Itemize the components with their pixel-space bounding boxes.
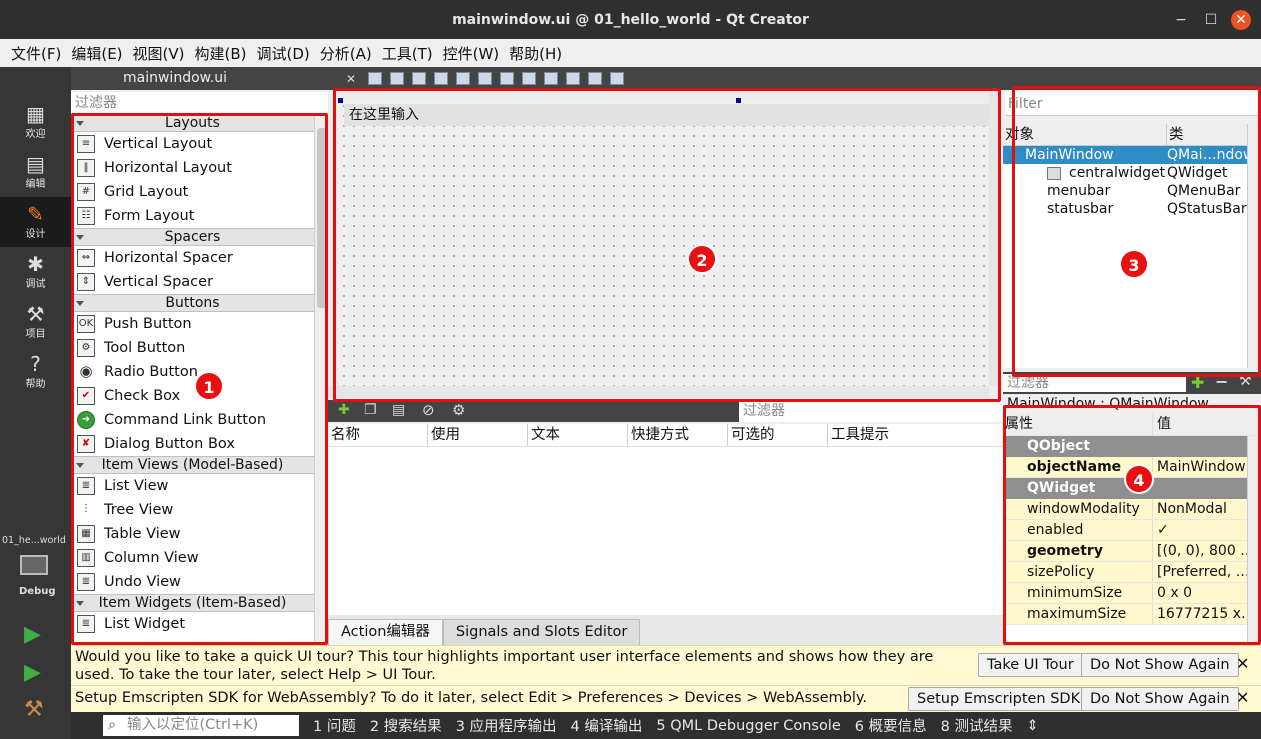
menu-file[interactable]: 文件(F) xyxy=(11,43,61,64)
tb-adjustsize-icon[interactable] xyxy=(610,72,625,85)
tb-edit-taborder-icon[interactable] xyxy=(434,72,449,85)
pencil-icon: ✎ xyxy=(27,202,44,226)
annotation-badge: 2 xyxy=(687,244,717,274)
column-header[interactable]: 可选的 xyxy=(728,424,828,446)
menu-debug[interactable]: 调试(D) xyxy=(257,43,310,64)
tb-edit-widgets-icon[interactable] xyxy=(368,72,383,85)
mode-projects[interactable]: ⚒ 项目 xyxy=(0,297,71,347)
mode-design[interactable]: ✎ 设计 xyxy=(0,197,71,247)
tb-breaklayout-icon[interactable] xyxy=(588,72,603,85)
mode-debug[interactable]: ✱ 调试 xyxy=(0,247,71,297)
menu-bar: 文件(F) 编辑(E) 视图(V) 构建(B) 调试(D) 分析(A) 工具(T… xyxy=(0,39,1261,67)
do-not-show-again-button[interactable]: Do Not Show Again xyxy=(1081,653,1239,677)
document-tab-label: mainwindow.ui xyxy=(123,70,228,86)
annotation-box-3 xyxy=(1012,86,1261,377)
run-icon[interactable]: ▶ xyxy=(24,622,41,647)
annotation-box-4 xyxy=(1003,405,1261,645)
paste-icon[interactable]: ▤ xyxy=(392,402,405,418)
column-header[interactable]: 文本 xyxy=(528,424,628,446)
ui-tour-text: Would you like to take a quick UI tour? … xyxy=(75,649,934,683)
column-header[interactable]: 工具提示 xyxy=(828,424,1003,446)
window-controls: − ☐ ✕ xyxy=(1171,10,1251,30)
action-table-header: 名称 使用 文本 快捷方式 可选的 工具提示 xyxy=(328,424,1003,447)
output-pane-search[interactable]: 2 搜索结果 xyxy=(370,715,442,736)
emscripten-text: Setup Emscripten SDK for WebAssembly? To… xyxy=(75,690,867,706)
output-pane-issues[interactable]: 1 问题 xyxy=(313,715,356,736)
tb-edit-buddies-icon[interactable] xyxy=(412,72,427,85)
chevron-updown-icon[interactable]: ⇕ xyxy=(1026,718,1038,734)
menu-analyze[interactable]: 分析(A) xyxy=(320,43,372,64)
column-header[interactable]: 使用 xyxy=(428,424,528,446)
search-icon: ⌕ xyxy=(108,717,117,733)
close-doc-icon[interactable]: ✕ xyxy=(346,72,356,86)
setup-emscripten-button[interactable]: Setup Emscripten SDK xyxy=(908,687,1090,711)
tab-action-editor[interactable]: Action编辑器 xyxy=(328,619,443,645)
menu-build[interactable]: 构建(B) xyxy=(195,43,247,64)
build-config: Debug xyxy=(19,586,56,597)
delete-icon[interactable]: ⊘ xyxy=(422,401,435,419)
title-bar: mainwindow.ui @ 01_hello_world - Qt Crea… xyxy=(0,0,1261,39)
action-filter-input[interactable]: 过滤器 xyxy=(739,400,1003,422)
mode-help[interactable]: ? 帮助 xyxy=(0,347,71,397)
output-pane-app-output[interactable]: 3 应用程序输出 xyxy=(456,715,557,736)
close-icon[interactable]: ✕ xyxy=(1236,688,1249,707)
editor-tabs: Action编辑器 Signals and Slots Editor xyxy=(328,615,1003,645)
tb-edit-signals-icon[interactable] xyxy=(390,72,405,85)
annotation-badge: 3 xyxy=(1119,249,1149,279)
document-tab[interactable]: mainwindow.ui xyxy=(71,67,328,90)
ui-tour-infobar: Would you like to take a quick UI tour? … xyxy=(71,645,1261,685)
column-header[interactable]: 快捷方式 xyxy=(628,424,728,446)
close-icon[interactable]: ✕ xyxy=(1236,654,1249,673)
grid-icon: ▦ xyxy=(26,102,45,126)
output-pane-compile[interactable]: 4 编译输出 xyxy=(571,715,643,736)
output-pane-general[interactable]: 6 概要信息 xyxy=(855,715,927,736)
bug-icon: ✱ xyxy=(27,252,44,276)
copy-icon[interactable]: ❐ xyxy=(364,402,377,418)
settings-icon[interactable]: ⚙ xyxy=(452,401,465,419)
tb-vsplit-icon[interactable] xyxy=(522,72,537,85)
tb-hsplit-icon[interactable] xyxy=(500,72,515,85)
output-pane-qml-debugger[interactable]: 5 QML Debugger Console xyxy=(656,718,840,734)
form-toolbar: ✕ xyxy=(328,67,1003,90)
mode-welcome[interactable]: ▦ 欢迎 xyxy=(0,97,71,147)
menu-help[interactable]: 帮助(H) xyxy=(509,43,562,64)
minimize-button[interactable]: − xyxy=(1171,10,1191,30)
menu-view[interactable]: 视图(V) xyxy=(133,43,185,64)
action-table-body[interactable] xyxy=(328,447,1003,615)
menu-widgets[interactable]: 控件(W) xyxy=(443,43,500,64)
window-title: mainwindow.ui @ 01_hello_world - Qt Crea… xyxy=(452,11,809,28)
take-ui-tour-button[interactable]: Take UI Tour xyxy=(978,653,1083,677)
do-not-show-again-button[interactable]: Do Not Show Again xyxy=(1081,687,1239,711)
debug-run-icon[interactable]: ▶ xyxy=(24,660,41,685)
mode-edit[interactable]: ▤ 编辑 xyxy=(0,147,71,197)
tb-gridlayout-icon[interactable] xyxy=(544,72,559,85)
tb-hlayout-icon[interactable] xyxy=(456,72,471,85)
tb-formlayout-icon[interactable] xyxy=(566,72,581,85)
maximize-button[interactable]: ☐ xyxy=(1201,10,1221,30)
help-icon: ? xyxy=(30,352,41,376)
mode-sidebar: ▦ 欢迎 ▤ 编辑 ✎ 设计 ✱ 调试 ⚒ 项目 ? 帮助 01_he...world De… xyxy=(0,67,71,739)
monitor-icon[interactable] xyxy=(20,555,48,575)
annotation-box-2 xyxy=(333,88,1001,402)
column-header[interactable]: 名称 xyxy=(328,424,428,446)
menu-edit[interactable]: 编辑(E) xyxy=(71,43,122,64)
annotation-badge: 1 xyxy=(194,371,224,401)
menu-tools[interactable]: 工具(T) xyxy=(382,43,433,64)
document-icon: ▤ xyxy=(26,152,45,176)
new-action-icon[interactable]: ✚ xyxy=(338,402,350,418)
project-target-name: 01_he...world xyxy=(2,535,66,546)
wrench-icon: ⚒ xyxy=(26,302,45,326)
tb-vlayout-icon[interactable] xyxy=(478,72,493,85)
close-button[interactable]: ✕ xyxy=(1231,10,1251,30)
status-bar: ⌕ 输入以定位(Ctrl+K) 1 问题 2 搜索结果 3 应用程序输出 4 编… xyxy=(71,712,1261,739)
annotation-badge: 4 xyxy=(1124,464,1154,494)
output-pane-tests[interactable]: 8 测试结果 xyxy=(941,715,1013,736)
emscripten-infobar: Setup Emscripten SDK for WebAssembly? To… xyxy=(71,685,1261,712)
tab-signals-slots[interactable]: Signals and Slots Editor xyxy=(442,619,641,645)
locator-input[interactable]: ⌕ 输入以定位(Ctrl+K) xyxy=(103,715,299,736)
widget-filter-input[interactable]: 过滤器 xyxy=(71,92,328,114)
build-hammer-icon[interactable]: ⚒ xyxy=(24,697,44,722)
